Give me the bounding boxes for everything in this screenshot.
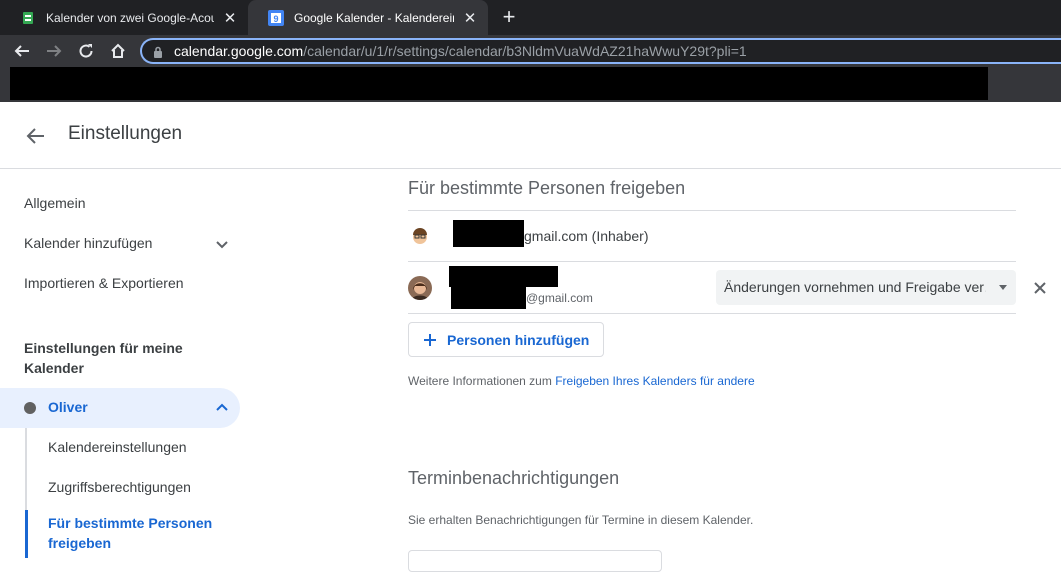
url-host: calendar.google.com [174, 43, 304, 59]
sharing-heading: Für bestimmte Personen freigeben [408, 178, 686, 198]
plus-icon [423, 333, 437, 347]
redacted-name [449, 266, 558, 287]
browser-tab-title: Google Kalender - Kalendereinste [294, 10, 454, 25]
chevron-down-icon[interactable] [214, 236, 230, 252]
home-icon[interactable] [107, 40, 129, 62]
page-title: Einstellungen [68, 123, 183, 144]
settings-header: Einstellungen [0, 102, 1061, 169]
remove-person-close-icon[interactable] [1030, 278, 1050, 298]
sidebar-item-add-calendar[interactable]: Kalender hinzufügen [24, 235, 152, 251]
close-tab-icon[interactable]: ✕ [462, 9, 478, 27]
permission-dropdown[interactable]: Änderungen vornehmen und Freigabe ver… [716, 270, 1016, 305]
dropdown-arrow-icon [999, 285, 1007, 290]
new-tab-icon[interactable]: + [496, 4, 522, 30]
calendar-color-dot [24, 402, 36, 414]
close-tab-icon[interactable]: ✕ [222, 9, 238, 27]
sidebar-item-general[interactable]: Allgemein [24, 195, 85, 211]
redacted-bookmarks [10, 67, 988, 100]
divider [408, 210, 1016, 211]
sidebar-section-label: Einstellungen für meine Kalender [24, 340, 183, 376]
notifications-heading: Terminbenachrichtigungen [408, 468, 620, 488]
svg-text:9: 9 [273, 14, 278, 24]
forward-arrow-icon[interactable] [43, 40, 65, 62]
sharing-help-link[interactable]: Freigeben Ihres Kalenders für andere [555, 374, 754, 388]
browser-tab-strip: Kalender von zwei Google-Acoun ✕ 9 Googl… [0, 0, 1061, 35]
redacted-email [453, 220, 524, 247]
green-calendar-favicon-icon [20, 10, 36, 26]
calendar-name: Oliver [48, 399, 88, 415]
browser-toolbar: calendar.google.com/calendar/u/1/r/setti… [0, 35, 1061, 67]
permission-value: Änderungen vornehmen und Freigabe ver… [724, 279, 986, 295]
info-prefix: Weitere Informationen zum [408, 374, 552, 388]
subnav-active-indicator [25, 510, 28, 558]
notifications-description: Sie erhalten Benachrichtigungen für Term… [408, 513, 754, 527]
bookmarks-bar [0, 67, 1061, 102]
divider [408, 313, 1016, 314]
url-text: calendar.google.com/calendar/u/1/r/setti… [174, 43, 747, 59]
avatar [408, 224, 432, 248]
redacted-email [451, 287, 526, 309]
back-arrow-icon[interactable] [11, 40, 33, 62]
sidebar-subitem-share-specific[interactable]: Für bestimmte Personen freigeben [48, 513, 228, 553]
browser-tab-title: Kalender von zwei Google-Acoun [46, 10, 214, 25]
reload-icon[interactable] [75, 40, 97, 62]
url-path: /calendar/u/1/r/settings/calendar/b3Nldm… [303, 43, 747, 59]
add-people-button[interactable]: Personen hinzufügen [408, 322, 604, 357]
chevron-up-icon[interactable] [214, 400, 230, 416]
person-email: @gmail.com [526, 291, 593, 305]
sidebar-subitem-calendar-settings[interactable]: Kalendereinstellungen [48, 439, 187, 455]
address-bar[interactable]: calendar.google.com/calendar/u/1/r/setti… [140, 38, 1061, 64]
google-calendar-favicon-icon: 9 [268, 9, 284, 26]
browser-tab-1[interactable]: Kalender von zwei Google-Acoun ✕ [0, 0, 248, 35]
browser-tab-2[interactable]: 9 Google Kalender - Kalendereinste ✕ [248, 0, 488, 35]
sidebar-subitem-access-permissions[interactable]: Zugriffsberechtigungen [48, 479, 191, 495]
notification-setting-field[interactable] [408, 550, 662, 572]
person-email: gmail.com (Inhaber) [524, 228, 649, 244]
avatar [408, 276, 432, 300]
sidebar-item-import-export[interactable]: Importieren & Exportieren [24, 275, 184, 291]
sidebar-item-calendar-oliver[interactable]: Oliver [0, 388, 240, 428]
add-people-label: Personen hinzufügen [447, 332, 590, 348]
info-text: Weitere Informationen zum Freigeben Ihre… [408, 374, 755, 388]
back-arrow-icon[interactable] [24, 124, 48, 148]
lock-icon [153, 45, 163, 63]
divider [408, 261, 1016, 262]
